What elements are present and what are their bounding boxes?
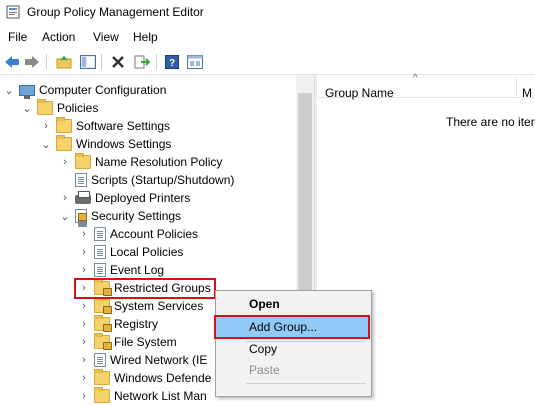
add-group-highlight (214, 315, 370, 339)
menu-item-copy[interactable]: Copy (216, 339, 369, 359)
window-title: Group Policy Management Editor (27, 5, 204, 19)
chevron-right-icon[interactable]: › (78, 351, 90, 369)
export-list-icon[interactable] (133, 53, 151, 71)
locked-folder-icon (94, 315, 112, 332)
toolbar-separator (101, 54, 102, 70)
chevron-right-icon[interactable]: › (78, 261, 90, 279)
up-folder-icon[interactable] (55, 53, 73, 71)
folder-icon (37, 99, 53, 115)
sort-up-icon: ^ (413, 73, 418, 84)
locked-folder-icon (94, 297, 112, 314)
menu-separator (246, 383, 366, 384)
menu-view[interactable]: View (93, 30, 119, 44)
folder-icon (56, 135, 72, 151)
show-hide-tree-icon[interactable] (79, 53, 97, 71)
column-members[interactable]: M (522, 86, 532, 100)
tree-item-deployed-printers[interactable]: › Deployed Printers (59, 189, 190, 207)
folder-icon (75, 153, 91, 169)
tree-item-windows-defender[interactable]: › Windows Defende (78, 369, 211, 387)
tree-item-event-log[interactable]: › Event Log (78, 261, 164, 279)
chevron-right-icon[interactable]: › (78, 387, 90, 405)
menu-help[interactable]: Help (133, 30, 158, 44)
computer-icon (19, 84, 35, 99)
svg-text:?: ? (169, 58, 175, 69)
menu-item-paste: Paste (249, 363, 280, 377)
printer-icon (75, 191, 91, 204)
app-icon (6, 5, 20, 19)
menu-item-open[interactable]: Open (216, 294, 369, 314)
menu-action[interactable]: Action (42, 30, 75, 44)
locked-folder-icon (94, 333, 112, 350)
title-bar: Group Policy Management Editor (0, 0, 535, 25)
delete-icon[interactable] (109, 53, 127, 71)
tree-item-account-policies[interactable]: › Account Policies (78, 225, 198, 243)
chevron-right-icon[interactable]: › (78, 369, 90, 387)
folder-icon (94, 369, 110, 385)
tree-item-computer-configuration[interactable]: ⌄ Computer Configuration (3, 81, 166, 99)
menu-bar: File Action View Help (0, 27, 535, 47)
tree-item-wired-network[interactable]: › Wired Network (IE (78, 351, 207, 369)
tree-item-file-system[interactable]: › File System (78, 333, 177, 351)
script-doc-icon (75, 173, 87, 187)
forward-icon[interactable] (23, 53, 41, 71)
back-icon[interactable] (3, 53, 21, 71)
chevron-right-icon[interactable]: › (78, 333, 90, 351)
chevron-right-icon[interactable]: › (78, 315, 90, 333)
restricted-groups-highlight (74, 278, 216, 299)
empty-list-message: There are no item (446, 115, 535, 129)
tree-item-local-policies[interactable]: › Local Policies (78, 243, 183, 261)
chevron-right-icon[interactable]: › (40, 117, 52, 135)
tree-item-system-services[interactable]: › System Services (78, 297, 203, 315)
tree-item-network-list-manager[interactable]: › Network List Man (78, 387, 207, 405)
security-settings-icon (75, 209, 87, 223)
properties-icon[interactable] (186, 53, 204, 71)
chevron-down-icon[interactable]: ⌄ (40, 135, 52, 153)
folder-icon (56, 117, 72, 133)
policy-doc-icon (94, 245, 106, 259)
column-divider[interactable] (516, 77, 517, 97)
chevron-down-icon[interactable]: ⌄ (59, 207, 71, 225)
menu-file[interactable]: File (8, 30, 27, 44)
tree-item-security-settings[interactable]: ⌄ Security Settings (59, 207, 181, 225)
tree-item-policies[interactable]: ⌄ Policies (21, 99, 98, 117)
network-icon (94, 353, 106, 367)
context-menu: Open Add Group... Copy Paste (214, 290, 372, 397)
policy-doc-icon (94, 227, 106, 241)
policy-doc-icon (94, 263, 106, 277)
column-group-name[interactable]: Group Name (325, 86, 394, 100)
tree-item-windows-settings[interactable]: ⌄ Windows Settings (40, 135, 171, 153)
tree-item-registry[interactable]: › Registry (78, 315, 158, 333)
chevron-right-icon[interactable]: › (59, 189, 71, 207)
chevron-down-icon[interactable]: ⌄ (3, 81, 15, 99)
list-header: ^ Group Name M (317, 73, 535, 100)
folder-icon (94, 387, 110, 403)
chevron-right-icon[interactable]: › (59, 153, 71, 171)
tree-item-scripts[interactable]: Scripts (Startup/Shutdown) (59, 171, 234, 189)
chevron-down-icon[interactable]: ⌄ (21, 99, 33, 117)
toolbar-separator (46, 54, 47, 70)
chevron-right-icon[interactable]: › (78, 297, 90, 315)
chevron-right-icon[interactable]: › (78, 243, 90, 261)
toolbar: ? (0, 50, 535, 75)
chevron-right-icon[interactable]: › (78, 225, 90, 243)
tree-item-software-settings[interactable]: › Software Settings (40, 117, 170, 135)
help-icon[interactable]: ? (163, 53, 181, 71)
tree-item-name-resolution-policy[interactable]: › Name Resolution Policy (59, 153, 222, 171)
toolbar-separator (156, 54, 157, 70)
